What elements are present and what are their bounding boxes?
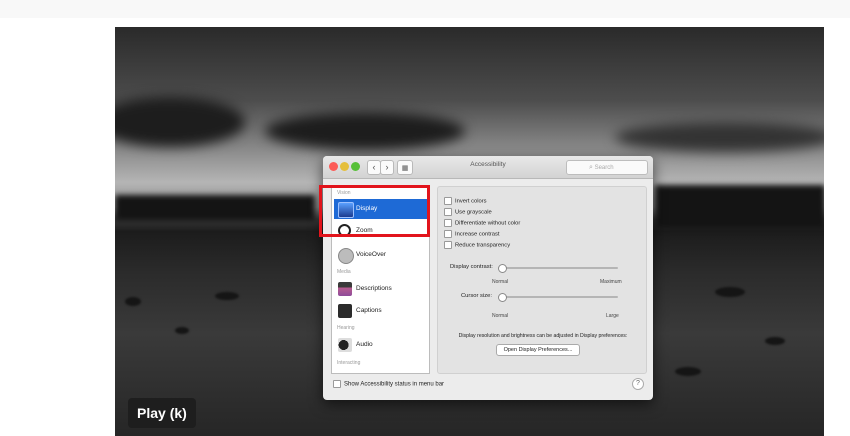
- cloud: [115, 97, 245, 147]
- sidebar-item-label: VoiceOver: [356, 251, 386, 258]
- search-placeholder: Search: [594, 165, 614, 171]
- checkbox-box: [333, 380, 341, 388]
- sidebar-item-captions[interactable]: Captions: [334, 301, 427, 321]
- rock: [715, 287, 745, 297]
- differentiate-without-color-checkbox[interactable]: Differentiate without color: [444, 219, 520, 227]
- cursor-min-label: Normal: [492, 313, 509, 319]
- rock: [675, 367, 701, 376]
- zoom-dot-icon[interactable]: [351, 162, 360, 171]
- open-display-preferences-button[interactable]: Open Display Preferences...: [496, 344, 580, 356]
- rock: [765, 337, 785, 345]
- reduce-transparency-checkbox[interactable]: Reduce transparency: [444, 241, 510, 249]
- top-band: [0, 0, 850, 18]
- descriptions-icon: [338, 282, 352, 296]
- help-button[interactable]: ?: [632, 378, 644, 390]
- contrast-min-label: Normal: [492, 279, 509, 285]
- shoreline: [115, 195, 315, 221]
- close-dot-icon[interactable]: [329, 162, 338, 171]
- checkbox-label: Increase contrast: [455, 231, 500, 238]
- checkbox-label: Use grayscale: [455, 209, 492, 216]
- show-status-checkbox[interactable]: Show Accessibility status in menu bar: [333, 380, 444, 388]
- section-hearing: Hearing: [337, 325, 355, 331]
- sidebar-item-voiceover[interactable]: VoiceOver: [334, 245, 427, 265]
- sidebar-item-label: Captions: [356, 307, 382, 314]
- search-field[interactable]: ⌕ Search: [566, 160, 648, 175]
- back-button[interactable]: ‹: [367, 160, 381, 175]
- invert-colors-checkbox[interactable]: Invert colors: [444, 197, 487, 205]
- voiceover-icon: [338, 248, 354, 264]
- sidebar-item-descriptions[interactable]: Descriptions: [334, 279, 427, 299]
- cloud: [615, 122, 824, 152]
- display-contrast-knob[interactable]: [498, 264, 507, 273]
- shoreline: [655, 185, 824, 229]
- forward-button[interactable]: ›: [380, 160, 394, 175]
- display-contrast-slider[interactable]: [500, 267, 618, 269]
- audio-icon: [338, 338, 352, 352]
- cursor-size-slider[interactable]: [500, 296, 618, 298]
- sidebar-item-label: Descriptions: [356, 285, 392, 292]
- section-media: Media: [337, 269, 351, 275]
- sidebar-item-label: Audio: [356, 341, 373, 348]
- video-player[interactable]: ‹ › ▦ Accessibility ⌕ Search Vision Disp…: [115, 27, 824, 436]
- sidebar-item-audio[interactable]: Audio: [334, 335, 427, 355]
- checkbox-box: [444, 208, 452, 216]
- cloud: [265, 112, 465, 150]
- checkbox-box: [444, 230, 452, 238]
- rock: [125, 297, 141, 306]
- play-tooltip: Play (k): [128, 398, 196, 428]
- increase-contrast-checkbox[interactable]: Increase contrast: [444, 230, 499, 238]
- show-all-button[interactable]: ▦: [397, 160, 413, 175]
- checkbox-label: Differentiate without color: [455, 220, 521, 227]
- checkbox-label: Invert colors: [455, 198, 487, 205]
- cursor-max-label: Large: [606, 313, 619, 319]
- rock: [175, 327, 189, 334]
- display-pane: Invert colors Use grayscale Differentiat…: [437, 186, 647, 374]
- minimize-dot-icon[interactable]: [340, 162, 349, 171]
- rock: [215, 292, 239, 300]
- cursor-size-knob[interactable]: [498, 293, 507, 302]
- title-bar: ‹ › ▦ Accessibility ⌕ Search: [323, 156, 653, 179]
- checkbox-box: [444, 219, 452, 227]
- captions-icon: [338, 304, 352, 318]
- cursor-size-label: Cursor size:: [461, 293, 492, 299]
- use-grayscale-checkbox[interactable]: Use grayscale: [444, 208, 492, 216]
- checkbox-label: Reduce transparency: [455, 242, 511, 249]
- window-title: Accessibility: [470, 161, 506, 168]
- checkbox-box: [444, 241, 452, 249]
- highlight-box: [319, 185, 430, 237]
- section-interacting: Interacting: [337, 360, 361, 366]
- search-icon: ⌕: [589, 164, 593, 171]
- grid-icon: ▦: [401, 165, 409, 172]
- display-contrast-label: Display contrast:: [450, 264, 493, 270]
- display-note: Display resolution and brightness can be…: [458, 333, 628, 339]
- contrast-max-label: Maximum: [600, 279, 622, 285]
- checkbox-box: [444, 197, 452, 205]
- checkbox-label: Show Accessibility status in menu bar: [344, 381, 445, 388]
